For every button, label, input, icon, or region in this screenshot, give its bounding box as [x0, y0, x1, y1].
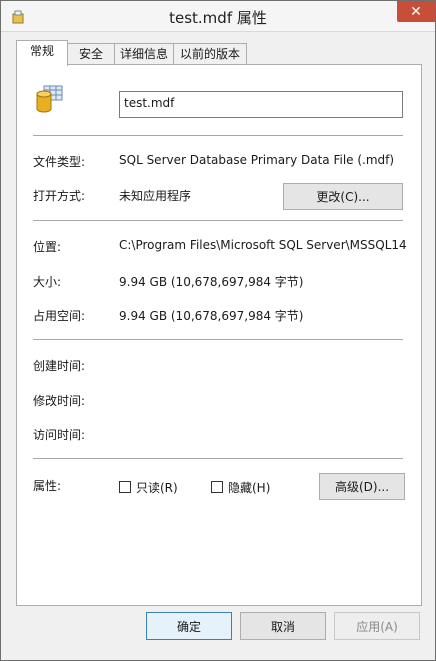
size-label: 大小:	[33, 275, 62, 289]
opens-with-label: 打开方式:	[33, 189, 86, 203]
tab-security[interactable]: 安全	[67, 43, 115, 64]
created-label: 创建时间:	[33, 359, 86, 373]
opens-with-value: 未知应用程序	[119, 189, 192, 203]
size-on-disk-value: 9.94 GB (10,678,697,984 字节)	[119, 309, 304, 323]
divider	[33, 135, 403, 136]
location-value: C:\Program Files\Microsoft SQL Server\MS…	[119, 238, 407, 252]
attributes-label: 属性:	[33, 479, 62, 493]
general-panel: test.mdf 文件类型: SQL Server Database Prima…	[16, 64, 422, 606]
tab-previous-versions[interactable]: 以前的版本	[173, 43, 247, 64]
size-value: 9.94 GB (10,678,697,984 字节)	[119, 275, 304, 289]
tab-details[interactable]: 详细信息	[114, 43, 174, 64]
cancel-button[interactable]: 取消	[240, 612, 326, 640]
properties-window: test.mdf 属性 ✕ 常规 安全 详细信息 以前的版本 test.mdf …	[0, 0, 436, 661]
file-type-label: 文件类型:	[33, 155, 86, 169]
apply-button[interactable]: 应用(A)	[334, 612, 420, 640]
hidden-label[interactable]: 隐藏(H)	[228, 479, 270, 496]
readonly-checkbox[interactable]	[119, 481, 131, 493]
hidden-checkbox[interactable]	[211, 481, 223, 493]
close-button[interactable]: ✕	[397, 1, 435, 22]
readonly-label[interactable]: 只读(R)	[136, 479, 178, 496]
divider	[33, 339, 403, 340]
size-on-disk-label: 占用空间:	[33, 309, 86, 323]
divider	[33, 220, 403, 221]
title-bar[interactable]: test.mdf 属性 ✕	[1, 1, 435, 32]
window-title: test.mdf 属性	[169, 9, 267, 27]
divider	[33, 458, 403, 459]
accessed-label: 访问时间:	[33, 428, 86, 442]
ok-button[interactable]: 确定	[146, 612, 232, 640]
location-label: 位置:	[33, 240, 62, 254]
file-name-input[interactable]: test.mdf	[119, 91, 403, 118]
advanced-button[interactable]: 高级(D)...	[319, 473, 405, 500]
tab-general[interactable]: 常规	[16, 40, 68, 66]
file-type-value: SQL Server Database Primary Data File (.…	[119, 153, 395, 167]
database-file-icon	[36, 85, 63, 113]
change-button[interactable]: 更改(C)...	[283, 183, 403, 210]
modified-label: 修改时间:	[33, 394, 86, 408]
